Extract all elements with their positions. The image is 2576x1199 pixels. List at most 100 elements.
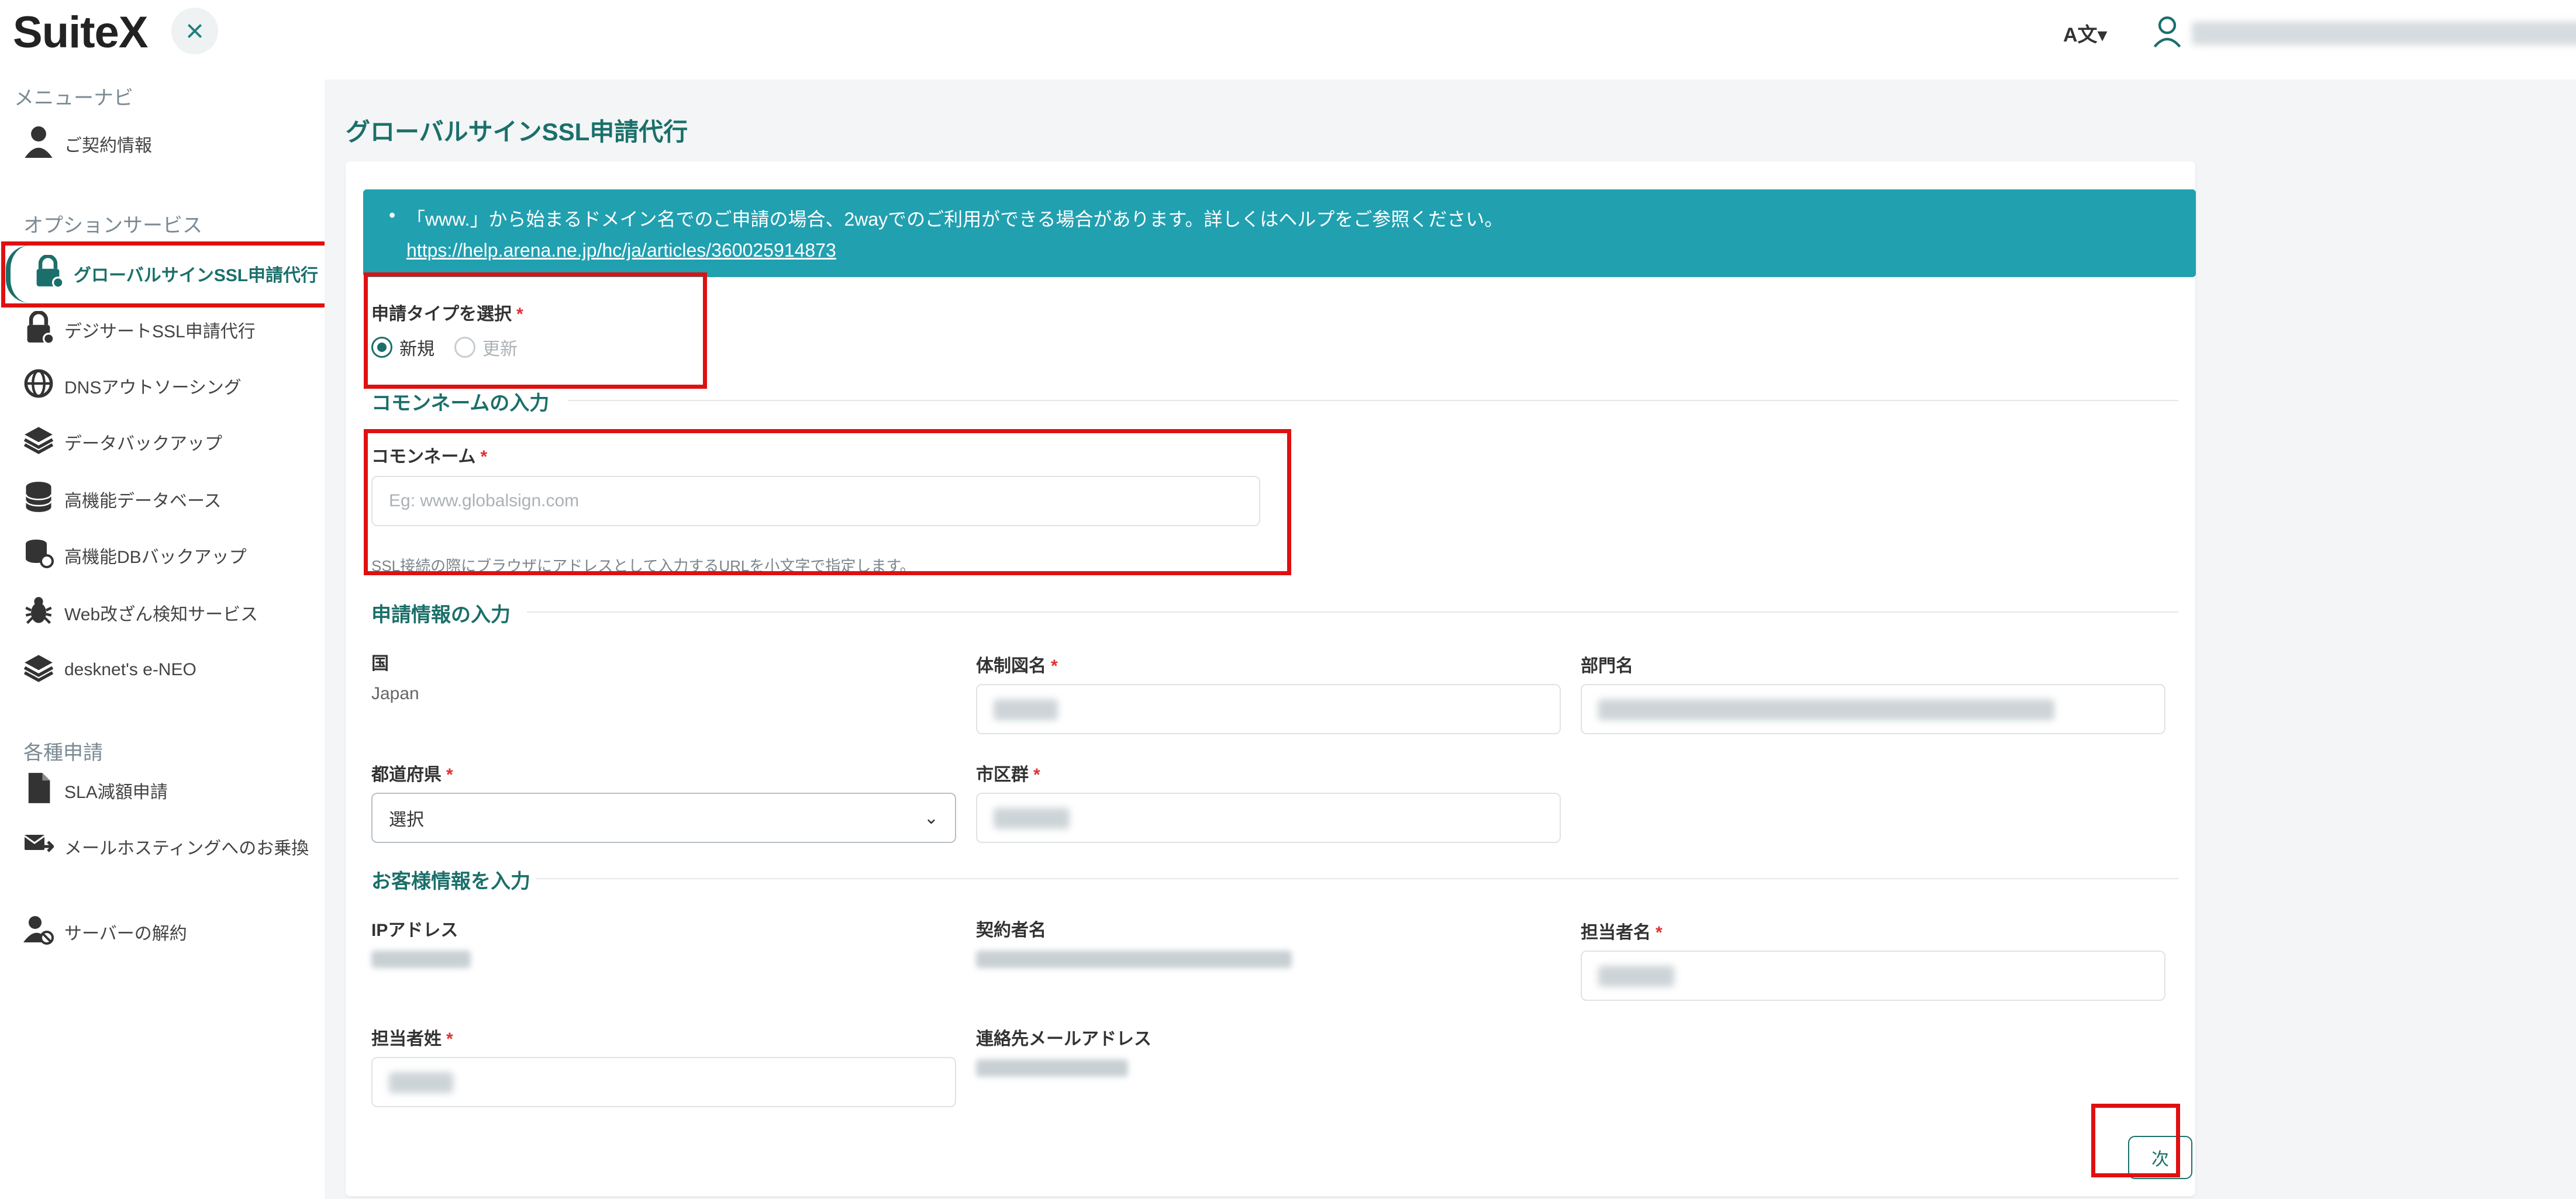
required-mark: * — [1656, 923, 1663, 942]
redacted-value — [994, 808, 1070, 829]
required-mark: * — [446, 765, 453, 785]
organization-label: 体制図名 * — [976, 651, 1058, 677]
required-mark: * — [1033, 765, 1040, 785]
sidebar-item-sla[interactable]: SLA減額申請 — [23, 767, 168, 814]
city-input[interactable] — [976, 793, 1561, 843]
globe-icon — [23, 367, 54, 405]
country-label: 国 — [371, 654, 389, 673]
country-value: Japan — [371, 684, 419, 703]
sidebar-item-data-backup[interactable]: データバックアップ — [23, 419, 222, 465]
required-mark: * — [516, 305, 523, 324]
sidebar-item-label: データバックアップ — [64, 434, 222, 454]
organization-label-text: 体制図名 — [976, 656, 1046, 676]
sidebar: メニューナビ ご契約情報 オプションサービス グローバルサインSSL申請代行 デ… — [0, 70, 325, 1199]
sidebar-item-server-cancel[interactable]: サーバーの解約 — [23, 908, 187, 955]
close-menu-button[interactable]: × — [171, 8, 218, 54]
section-customer-info: お客様情報を入力 — [371, 870, 530, 893]
notice-text: 「www.」から始まるドメイン名でのご申請の場合、2wayでのご利用ができる場合… — [406, 209, 1503, 230]
contractor-label: 契約者名 — [976, 921, 1046, 940]
prefecture-select-value: 選択 — [389, 810, 424, 830]
radio-circle[interactable] — [454, 337, 475, 358]
contractor-value-redacted — [976, 951, 1292, 968]
sidebar-item-web-tamper[interactable]: Web改ざん検知サービス — [23, 589, 258, 636]
prefecture-label: 都道府県 * — [371, 760, 453, 786]
prefecture-label-text: 都道府県 — [371, 765, 442, 785]
sidebar-item-label: デジサートSSL申請代行 — [64, 322, 256, 341]
contact-last-input[interactable] — [371, 1057, 956, 1107]
main-content: グローバルサインSSL申請代行 • 「www.」から始まるドメイン名でのご申請の… — [325, 80, 2576, 1199]
sidebar-item-dns[interactable]: DNSアウトソーシング — [23, 362, 242, 409]
required-mark: * — [480, 447, 488, 467]
city-label: 市区群 * — [976, 760, 1040, 786]
bug-icon — [23, 594, 54, 631]
next-button[interactable]: 次 — [2128, 1136, 2192, 1179]
required-mark: * — [446, 1029, 453, 1049]
help-link[interactable]: https://help.arena.ne.jp/hc/ja/articles/… — [406, 240, 2196, 261]
layers-icon — [23, 423, 54, 461]
user-icon — [23, 125, 54, 163]
radio-new-label: 新規 — [399, 340, 434, 359]
common-name-hint: SSL接続の際にブラウザにアドレスとして入力するURLを小文字で指定します。 — [371, 557, 915, 575]
bullet-icon: • — [389, 205, 396, 226]
lock-icon — [23, 310, 55, 348]
form-card: • 「www.」から始まるドメイン名でのご申請の場合、2wayでのご利用ができる… — [346, 161, 2196, 1196]
sidebar-item-db-backup[interactable]: 高機能DBバックアップ — [23, 532, 247, 579]
radio-new[interactable]: 新規 — [371, 334, 434, 360]
user-menu[interactable] — [2152, 15, 2576, 51]
sidebar-section-menu: メニューナビ — [14, 87, 133, 109]
mail-transfer-icon — [23, 828, 55, 865]
info-notice: • 「www.」から始まるドメイン名でのご申請の場合、2wayでのご利用ができる… — [363, 189, 2196, 277]
redacted-value — [389, 1072, 453, 1093]
sidebar-item-label: SLA減額申請 — [64, 783, 168, 802]
sidebar-item-label: desknet's e-NEO — [64, 660, 196, 679]
contact-last-label: 担当者姓 * — [371, 1024, 453, 1050]
ip-address-label: IPアドレス — [371, 921, 458, 940]
apply-type-label: 申請タイプを選択 * — [371, 299, 523, 325]
language-switcher-button[interactable]: A文▾ — [2063, 19, 2108, 47]
radio-renew[interactable]: 更新 — [454, 334, 518, 360]
section-application-info: 申請情報の入力 — [371, 604, 511, 626]
sidebar-item-label: 高機能データベース — [64, 492, 222, 511]
sidebar-item-database[interactable]: 高機能データベース — [23, 476, 222, 523]
contact-email-value-redacted — [976, 1059, 1128, 1077]
highlight-box-sidebar-item — [1, 241, 346, 307]
top-bar: SuiteX × A文▾ — [0, 0, 2576, 70]
common-name-input[interactable] — [371, 476, 1260, 526]
database-icon — [23, 481, 54, 518]
document-icon — [23, 772, 54, 809]
sidebar-item-mail-transfer[interactable]: メールホスティングへのお乗換 — [23, 823, 309, 870]
contact-first-label-text: 担当者名 — [1581, 923, 1651, 942]
radio-circle-checked[interactable] — [371, 337, 392, 358]
department-input[interactable] — [1581, 684, 2165, 734]
apply-type-label-text: 申請タイプを選択 — [371, 305, 512, 324]
sidebar-section-options: オプションサービス — [23, 215, 202, 237]
department-label: 部門名 — [1581, 656, 1633, 676]
contact-first-label: 担当者名 * — [1581, 918, 1663, 944]
user-name-redacted — [2192, 21, 2576, 45]
sidebar-item-desknets[interactable]: desknet's e-NEO — [23, 647, 196, 693]
required-mark: * — [1051, 656, 1058, 676]
section-divider — [568, 400, 2178, 401]
radio-renew-label: 更新 — [482, 340, 518, 359]
layers-icon — [23, 651, 54, 689]
sidebar-item-contract[interactable]: ご契約情報 — [23, 120, 152, 167]
redacted-value — [1598, 699, 2054, 720]
database-backup-icon — [23, 537, 54, 574]
sidebar-section-apply: 各種申請 — [23, 742, 103, 764]
sidebar-item-label: ご契約情報 — [64, 136, 152, 156]
prefecture-select[interactable]: 選択 ⌄ — [371, 793, 956, 843]
sidebar-item-label: 高機能DBバックアップ — [64, 548, 247, 567]
section-divider — [536, 878, 2178, 879]
sidebar-item-digicert-ssl[interactable]: デジサートSSL申請代行 — [23, 306, 256, 353]
common-name-label: コモンネーム * — [371, 442, 487, 468]
app-logo: SuiteX — [13, 8, 148, 57]
contact-first-input[interactable] — [1581, 951, 2165, 1001]
ip-address-value-redacted — [371, 951, 471, 968]
section-divider — [527, 611, 2178, 613]
redacted-value — [1598, 966, 1674, 987]
sidebar-item-label: メールホスティングへのお乗換 — [64, 839, 309, 858]
common-name-label-text: コモンネーム — [371, 447, 476, 467]
section-common-name: コモンネームの入力 — [371, 392, 550, 414]
chevron-down-icon: ⌄ — [923, 808, 939, 828]
organization-input[interactable] — [976, 684, 1561, 734]
